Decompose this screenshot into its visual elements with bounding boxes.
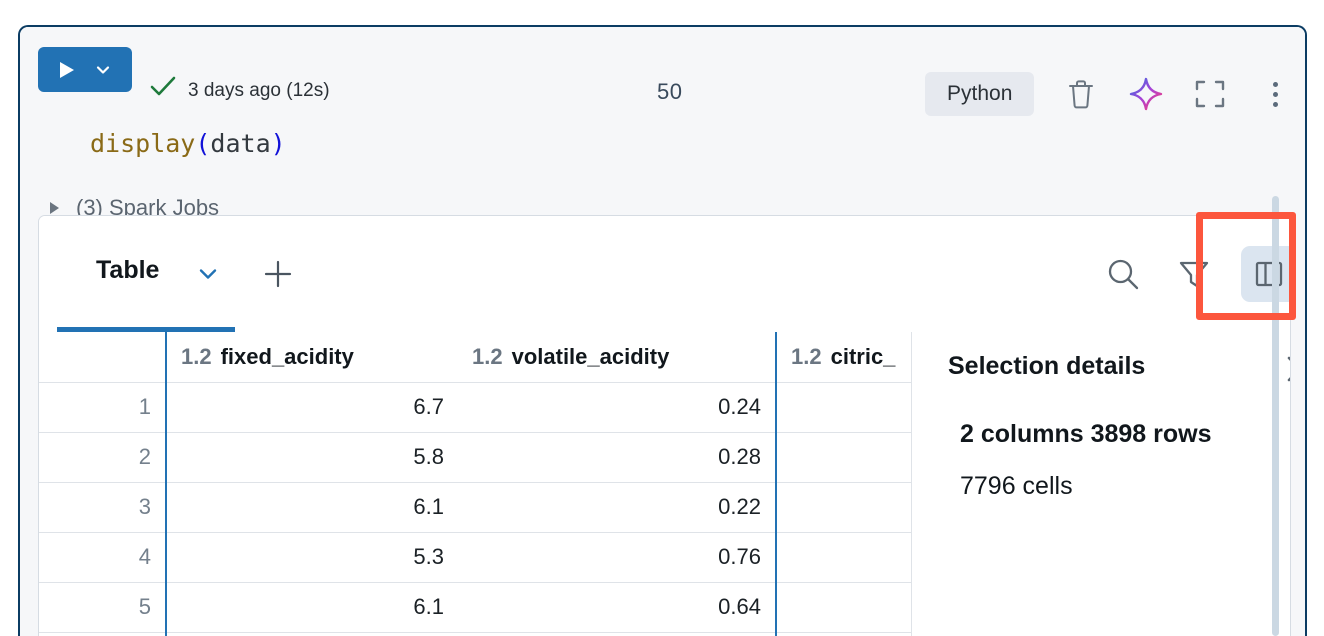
filter-icon[interactable] [1177, 257, 1211, 291]
column-type-icon: 1.2 [472, 343, 503, 369]
run-cell-button[interactable] [38, 47, 132, 92]
cell-fixed-acidity[interactable]: 6.1 [165, 582, 458, 633]
screenshot-root: 3 days ago (12s) 50 Python display(data)… [0, 0, 1324, 636]
cell-volatile-acidity[interactable]: 0.24 [458, 382, 777, 433]
line-count: 50 [657, 79, 683, 104]
column-header-volatile-acidity[interactable]: 1.2 volatile_acidity [458, 332, 777, 383]
code-token-argument: data [210, 129, 271, 158]
chevron-down-icon[interactable] [96, 63, 110, 77]
column-type-icon: 1.2 [791, 343, 822, 369]
column-type-icon: 1.2 [181, 343, 212, 369]
cell-fixed-acidity[interactable]: 6.1 [165, 482, 458, 533]
cell-volatile-acidity[interactable] [458, 632, 777, 636]
cell-status-text: 3 days ago (12s) [188, 80, 330, 101]
side-panel-toggle-icon[interactable] [1241, 246, 1290, 302]
cell-volatile-acidity[interactable]: 0.22 [458, 482, 777, 533]
row-index: 1 [39, 382, 167, 433]
code-token-function: display [90, 129, 196, 158]
sparkle-ai-icon[interactable] [1127, 75, 1165, 113]
column-header-label: fixed_acidity [220, 343, 354, 369]
trash-icon[interactable] [1062, 75, 1100, 113]
cell-fixed-acidity[interactable]: 5.8 [165, 432, 458, 483]
row-index: 3 [39, 482, 167, 533]
cell-fixed-acidity[interactable] [165, 632, 458, 636]
fullscreen-icon[interactable] [1191, 75, 1229, 113]
result-panel: Table 1.2 fixed_acidity 1.2 volatile_aci… [38, 215, 1291, 636]
row-index: 4 [39, 532, 167, 583]
check-icon [150, 75, 176, 97]
cell-volatile-acidity[interactable]: 0.28 [458, 432, 777, 483]
selection-details-title: Selection details [948, 352, 1146, 380]
selection-cell-count: 7796 cells [960, 472, 1073, 500]
kebab-menu-icon[interactable] [1256, 75, 1294, 113]
code-token-open-paren: ( [195, 129, 211, 158]
row-index: 5 [39, 582, 167, 633]
chevron-down-icon[interactable] [199, 265, 217, 283]
cell-volatile-acidity[interactable]: 0.64 [458, 582, 777, 633]
cell-volatile-acidity[interactable]: 0.76 [458, 532, 777, 583]
row-index [39, 632, 167, 636]
column-header-label: citric_ [830, 343, 896, 369]
plus-icon[interactable] [263, 259, 293, 289]
row-index-header [39, 332, 167, 383]
close-icon[interactable] [1285, 354, 1290, 384]
column-header-fixed-acidity[interactable]: 1.2 fixed_acidity [165, 332, 458, 383]
column-header-label: volatile_acidity [511, 343, 670, 369]
tab-table[interactable]: Table [96, 256, 159, 285]
cell-fixed-acidity[interactable]: 5.3 [165, 532, 458, 583]
notebook-cell: 3 days ago (12s) 50 Python display(data)… [18, 25, 1307, 636]
vertical-scrollbar[interactable] [1272, 196, 1279, 636]
chevron-right-icon [50, 202, 59, 214]
play-icon [60, 62, 74, 78]
cell-fixed-acidity[interactable]: 6.7 [165, 382, 458, 433]
selection-details-panel: Selection details 2 columns 3898 rows 77… [911, 332, 1290, 636]
code-token-close-paren: ) [270, 129, 286, 158]
cell-command-bar: 3 days ago (12s) 50 Python [20, 27, 1305, 116]
selection-summary: 2 columns 3898 rows [960, 420, 1212, 448]
row-index: 2 [39, 432, 167, 483]
result-toolbar: Table [39, 216, 1290, 332]
code-line[interactable]: display(data) [90, 129, 286, 158]
search-icon[interactable] [1106, 257, 1140, 291]
language-badge[interactable]: Python [925, 72, 1035, 116]
